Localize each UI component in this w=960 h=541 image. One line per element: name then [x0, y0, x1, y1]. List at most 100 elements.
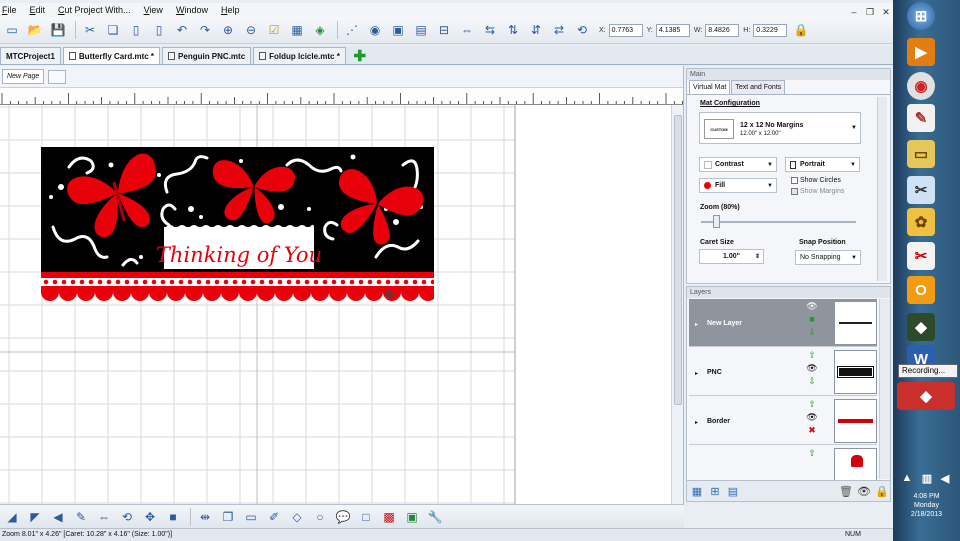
media-player-icon[interactable]: ▶: [907, 38, 935, 66]
add-layer-icon[interactable]: ⊞: [707, 484, 723, 500]
menu-edit[interactable]: Edit: [30, 5, 46, 15]
zoom-slider-track[interactable]: [701, 221, 856, 223]
tab-mtcproject1[interactable]: MTCProject1: [0, 47, 61, 64]
start-button-icon[interactable]: ⊞: [907, 2, 935, 30]
card-artwork[interactable]: Thinking of You ✥: [41, 147, 434, 312]
lock-icon[interactable]: 🔒: [874, 484, 890, 500]
text-tool-icon[interactable]: ✎: [71, 507, 91, 527]
tray-network-icon[interactable]: ▥: [919, 470, 935, 486]
x-input[interactable]: 0.7763: [608, 23, 643, 37]
checkbox-box[interactable]: [791, 188, 798, 195]
new-icon[interactable]: ▭: [2, 20, 22, 40]
tab-virtual-mat[interactable]: Virtual Mat: [689, 80, 731, 94]
weld-icon[interactable]: ◉: [365, 20, 385, 40]
zoom-slider-thumb[interactable]: [713, 215, 720, 228]
page-tab-new-page[interactable]: New Page: [2, 69, 45, 84]
tray-volume-icon[interactable]: ◀: [937, 470, 953, 486]
y-input[interactable]: 4.1385: [655, 23, 690, 37]
eye-icon[interactable]: 👁: [806, 301, 817, 311]
distribute-icon[interactable]: ⇹: [195, 507, 215, 527]
layers-scrollbar[interactable]: [879, 299, 890, 479]
menu-cut-project-with[interactable]: Cut Project With...: [58, 5, 131, 15]
stepper-arrows-icon[interactable]: ⇕: [755, 253, 760, 260]
snap-dropdown[interactable]: No Snapping ▼: [795, 250, 861, 265]
eye-icon[interactable]: 👁: [806, 412, 817, 422]
mirror-icon[interactable]: ⇔: [457, 20, 477, 40]
group-icon[interactable]: ▣: [388, 20, 408, 40]
save-icon[interactable]: 💾: [48, 20, 68, 40]
canvas-scrollbar[interactable]: [671, 105, 683, 504]
checkbox-box[interactable]: [791, 177, 798, 184]
collapse-icon[interactable]: ▸: [695, 321, 698, 328]
move-down-icon[interactable]: ⇩: [808, 376, 816, 386]
w-input[interactable]: 8.4826: [705, 23, 740, 37]
collapse-icon[interactable]: ▸: [695, 419, 698, 426]
system-clock[interactable]: 4:08 PM Monday 2/18/2013: [893, 492, 960, 519]
wrench-icon[interactable]: 🔧: [425, 507, 445, 527]
pen-tool-icon[interactable]: ✐: [264, 507, 284, 527]
menu-help[interactable]: Help: [221, 5, 240, 15]
send-back-icon[interactable]: ◀: [48, 507, 68, 527]
move-up-icon[interactable]: ⇧: [808, 350, 816, 360]
show-circles-checkbox[interactable]: Show Circles: [791, 177, 841, 184]
orientation-dropdown[interactable]: Portrait ▼: [785, 157, 860, 172]
layer-row-butterflies[interactable]: ⇧: [689, 446, 877, 492]
layer-row-new-layer[interactable]: ▸ New Layer 👁 ■ ⇩: [689, 299, 877, 347]
recording-active-icon[interactable]: ◆: [897, 382, 955, 410]
show-margins-checkbox[interactable]: Show Margins: [791, 188, 844, 195]
restore-icon[interactable]: ❐: [865, 7, 875, 17]
lock-icon[interactable]: 🔒: [791, 20, 811, 40]
menu-file[interactable]: File: [2, 5, 17, 15]
select-tool-icon[interactable]: ▣: [402, 507, 422, 527]
mtc-icon[interactable]: ✂: [907, 176, 935, 204]
flip-icon[interactable]: ⇄: [549, 20, 569, 40]
move-down-icon[interactable]: ⇩: [808, 327, 816, 337]
tab-foldup-icicle[interactable]: Foldup Icicle.mtc *: [253, 47, 346, 64]
delete-icon[interactable]: ✖: [808, 425, 816, 435]
lock-icon[interactable]: ■: [809, 314, 814, 324]
contrast-dropdown[interactable]: Contrast ▼: [699, 157, 777, 172]
tray-arrow-icon[interactable]: ▲: [899, 470, 915, 486]
add-page-button[interactable]: [48, 69, 67, 84]
zoom-in-icon[interactable]: ⊕: [218, 20, 238, 40]
outlook-icon[interactable]: O: [907, 276, 935, 304]
layers-grid-icon[interactable]: ▦: [689, 484, 705, 500]
h-input[interactable]: 0.3229: [753, 23, 788, 37]
menu-window[interactable]: Window: [176, 5, 208, 15]
layer-settings-icon[interactable]: ▤: [725, 484, 741, 500]
align-top-icon[interactable]: ◤: [25, 507, 45, 527]
paste-tool-icon[interactable]: ▭: [241, 507, 261, 527]
recorder-app-icon[interactable]: ◆: [907, 313, 935, 341]
shape-icon[interactable]: ◈: [310, 20, 330, 40]
trash-icon[interactable]: 🗑: [838, 484, 854, 500]
order-front-icon[interactable]: ⇅: [503, 20, 523, 40]
nodes-icon[interactable]: ⋰: [342, 20, 362, 40]
pattern-tool-icon[interactable]: ▩: [379, 507, 399, 527]
bubble-tool-icon[interactable]: 💬: [333, 507, 353, 527]
redo-icon[interactable]: ↷: [195, 20, 215, 40]
close-icon[interactable]: ✕: [881, 7, 891, 17]
check-icon[interactable]: ☑: [264, 20, 284, 40]
align-icon[interactable]: ⊟: [434, 20, 454, 40]
undo-icon[interactable]: ↶: [172, 20, 192, 40]
circle-tool-icon[interactable]: ○: [310, 507, 330, 527]
minimize-icon[interactable]: –: [849, 7, 859, 17]
move-tool-icon[interactable]: ✥: [140, 507, 160, 527]
mirror-h-icon[interactable]: ⇔: [94, 507, 114, 527]
folder-icon[interactable]: ▭: [907, 140, 935, 168]
main-panel-scrollbar[interactable]: [877, 97, 887, 281]
menu-view[interactable]: View: [144, 5, 163, 15]
rotate-tool-icon[interactable]: ⟲: [117, 507, 137, 527]
ungroup-icon[interactable]: ▤: [411, 20, 431, 40]
move-up-icon[interactable]: ⇧: [808, 448, 816, 458]
eye-icon[interactable]: 👁: [806, 363, 817, 373]
add-tab-icon[interactable]: ✚: [352, 48, 368, 65]
node-tool-icon[interactable]: ◇: [287, 507, 307, 527]
order-back-icon[interactable]: ⇵: [526, 20, 546, 40]
fill-dropdown[interactable]: Fill ▼: [699, 178, 777, 193]
tab-text-and-fonts[interactable]: Text and Fonts: [731, 80, 786, 94]
collapse-icon[interactable]: ▸: [695, 370, 698, 377]
move-up-icon[interactable]: ⇧: [808, 399, 816, 409]
arrange-icon[interactable]: ⇆: [480, 20, 500, 40]
mat-select[interactable]: CUSTOM 12 x 12 No Margins 12.00" x 12.00…: [699, 112, 861, 144]
